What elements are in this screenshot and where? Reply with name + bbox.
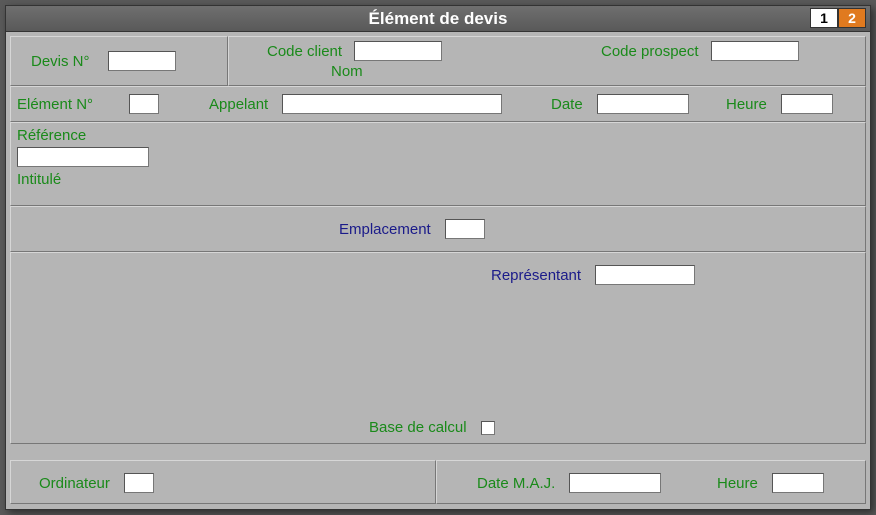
field-ordinateur[interactable] bbox=[124, 473, 154, 493]
field-heure[interactable] bbox=[781, 94, 833, 114]
label-emplacement: Emplacement bbox=[339, 221, 431, 238]
label-reference: Référence bbox=[17, 127, 86, 144]
label-code-prospect: Code prospect bbox=[601, 43, 699, 60]
label-devis-no: Devis N° bbox=[31, 53, 90, 70]
label-heure: Heure bbox=[726, 96, 767, 113]
panel-emplacement: Emplacement bbox=[10, 206, 866, 252]
panel-maj: Date M.A.J. Heure bbox=[436, 460, 866, 504]
window: Élément de devis 1 2 Devis N° Code clien… bbox=[5, 5, 871, 510]
field-date[interactable] bbox=[597, 94, 689, 114]
page-1-button[interactable]: 1 bbox=[810, 8, 838, 28]
field-element-no[interactable] bbox=[129, 94, 159, 114]
label-base-calcul: Base de calcul bbox=[369, 419, 467, 436]
panel-ordinateur: Ordinateur bbox=[10, 460, 436, 504]
field-heure2[interactable] bbox=[772, 473, 824, 493]
panel-codes: Code client Code prospect Nom bbox=[228, 36, 866, 86]
label-date-maj: Date M.A.J. bbox=[477, 475, 555, 492]
content: Devis N° Code client Code prospect Nom E… bbox=[6, 32, 870, 509]
panel-representant: Représentant Base de calcul bbox=[10, 252, 866, 444]
field-devis-no[interactable] bbox=[108, 51, 176, 71]
label-representant: Représentant bbox=[491, 267, 581, 284]
field-date-maj[interactable] bbox=[569, 473, 661, 493]
panel-reference: Référence Intitulé bbox=[10, 122, 866, 206]
field-code-prospect[interactable] bbox=[711, 41, 799, 61]
panel-element: Elément N° Appelant Date Heure bbox=[10, 86, 866, 122]
label-heure2: Heure bbox=[717, 475, 758, 492]
field-representant[interactable] bbox=[595, 265, 695, 285]
field-emplacement[interactable] bbox=[445, 219, 485, 239]
label-appelant: Appelant bbox=[209, 96, 268, 113]
page-buttons: 1 2 bbox=[810, 8, 866, 28]
label-intitule: Intitulé bbox=[17, 171, 61, 188]
field-reference[interactable] bbox=[17, 147, 149, 167]
label-ordinateur: Ordinateur bbox=[39, 475, 110, 492]
window-title: Élément de devis bbox=[369, 9, 508, 28]
titlebar: Élément de devis 1 2 bbox=[6, 6, 870, 32]
checkbox-base-calcul[interactable] bbox=[481, 421, 495, 435]
field-code-client[interactable] bbox=[354, 41, 442, 61]
label-date: Date bbox=[551, 96, 583, 113]
label-element-no: Elément N° bbox=[17, 96, 93, 113]
panel-devis: Devis N° bbox=[10, 36, 228, 86]
label-code-client: Code client bbox=[267, 43, 342, 60]
label-nom: Nom bbox=[331, 63, 363, 80]
page-2-button[interactable]: 2 bbox=[838, 8, 866, 28]
field-appelant[interactable] bbox=[282, 94, 502, 114]
